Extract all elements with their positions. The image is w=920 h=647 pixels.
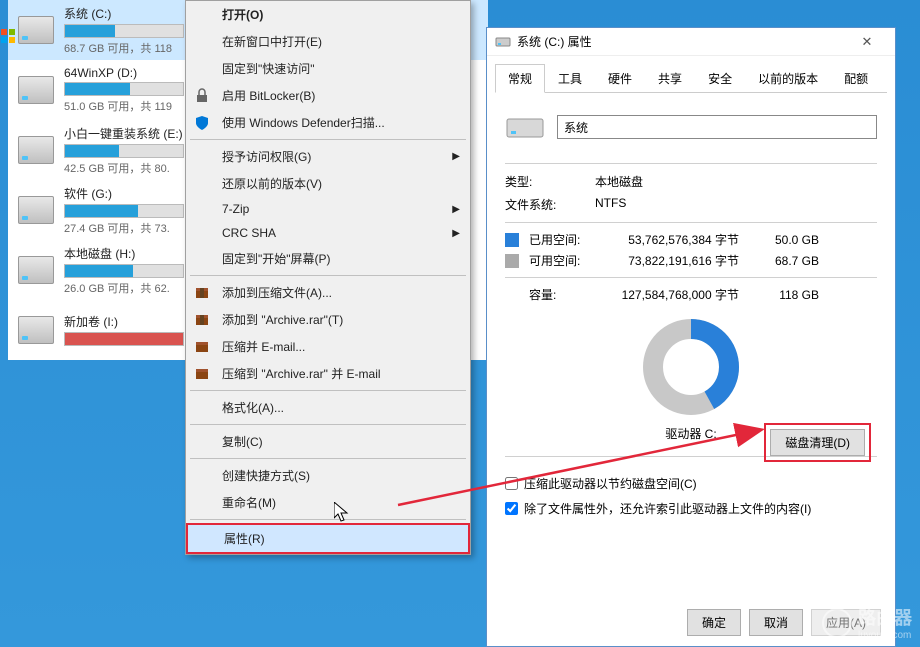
ok-button[interactable]: 确定: [687, 609, 741, 636]
disk-cleanup-button[interactable]: 磁盘清理(D): [770, 429, 865, 456]
drive-name-input[interactable]: [557, 115, 877, 139]
drive-icon: [18, 196, 54, 224]
close-button[interactable]: ✕: [847, 29, 887, 55]
menu-copy[interactable]: 复制(C): [186, 428, 470, 455]
menu-open-new-window[interactable]: 在新窗口中打开(E): [186, 28, 470, 55]
menu-restore-prev[interactable]: 还原以前的版本(V): [186, 170, 470, 197]
tab-hardware[interactable]: 硬件: [595, 64, 645, 92]
window-title: 系统 (C:) 属性: [517, 33, 847, 50]
free-size: 68.7 GB: [759, 254, 819, 268]
tabs: 常规 工具 硬件 共享 安全 以前的版本 配额: [487, 56, 895, 92]
menu-defender[interactable]: 使用 Windows Defender扫描...: [186, 109, 470, 136]
index-checkbox-row[interactable]: 除了文件属性外，还允许索引此驱动器上文件的内容(I): [505, 496, 877, 521]
chevron-right-icon: ▶: [452, 228, 460, 239]
menu-properties[interactable]: 属性(R): [186, 523, 470, 554]
watermark-icon: [822, 608, 852, 638]
compress-checkbox-row[interactable]: 压缩此驱动器以节约磁盘空间(C): [505, 471, 877, 496]
tab-sharing[interactable]: 共享: [645, 64, 695, 92]
compress-checkbox[interactable]: [505, 477, 518, 490]
type-value: 本地磁盘: [595, 173, 877, 190]
menu-open[interactable]: 打开(O): [186, 1, 470, 28]
menu-bitlocker[interactable]: 启用 BitLocker(B): [186, 82, 470, 109]
capacity-size: 118 GB: [759, 288, 819, 302]
winrar-icon: [194, 312, 210, 328]
capacity-label: 容量:: [529, 286, 609, 303]
winrar-icon: [194, 285, 210, 301]
menu-pin-quick[interactable]: 固定到"快速访问": [186, 55, 470, 82]
watermark: 路由器 luyouqi.com: [822, 604, 912, 641]
windows-flag-icon: [0, 28, 16, 44]
tab-security[interactable]: 安全: [695, 64, 745, 92]
free-bytes: 73,822,191,616 字节: [609, 252, 759, 269]
menu-add-archive[interactable]: 添加到压缩文件(A)...: [186, 279, 470, 306]
used-color-swatch: [505, 233, 519, 247]
drive-large-icon: [505, 111, 545, 143]
titlebar[interactable]: 系统 (C:) 属性 ✕: [487, 28, 895, 56]
cleanup-highlight: 磁盘清理(D): [764, 423, 871, 462]
drive-icon: [18, 256, 54, 284]
used-size: 50.0 GB: [759, 233, 819, 247]
menu-format[interactable]: 格式化(A)...: [186, 394, 470, 421]
drive-icon: [495, 35, 511, 49]
tab-tools[interactable]: 工具: [545, 64, 595, 92]
menu-crc-sha[interactable]: CRC SHA▶: [186, 221, 470, 245]
chevron-right-icon: ▶: [452, 204, 460, 215]
free-label: 可用空间:: [529, 252, 609, 269]
menu-grant-access[interactable]: 授予访问权限(G)▶: [186, 143, 470, 170]
drive-icon: [18, 16, 54, 44]
menu-add-to-archive-rar[interactable]: 添加到 "Archive.rar"(T): [186, 306, 470, 333]
shield-icon: [194, 115, 210, 131]
cursor-icon: [334, 502, 352, 524]
menu-rename[interactable]: 重命名(M): [186, 489, 470, 516]
tab-prev-versions[interactable]: 以前的版本: [745, 64, 831, 92]
context-menu: 打开(O) 在新窗口中打开(E) 固定到"快速访问" 启用 BitLocker(…: [185, 0, 471, 555]
free-color-swatch: [505, 254, 519, 268]
drive-letter-label: 驱动器 C:: [665, 425, 716, 442]
cancel-button[interactable]: 取消: [749, 609, 803, 636]
index-checkbox[interactable]: [505, 502, 518, 515]
menu-7zip[interactable]: 7-Zip▶: [186, 197, 470, 221]
fs-value: NTFS: [595, 196, 877, 213]
type-label: 类型:: [505, 173, 595, 190]
disk-usage-chart: [641, 317, 741, 417]
drive-icon: [18, 316, 54, 344]
tab-body: 类型:本地磁盘 文件系统:NTFS 已用空间:53,762,576,384 字节…: [495, 92, 887, 541]
used-bytes: 53,762,576,384 字节: [609, 231, 759, 248]
tab-general[interactable]: 常规: [495, 64, 545, 93]
menu-zip-archive-email[interactable]: 压缩到 "Archive.rar" 并 E-mail: [186, 360, 470, 387]
used-label: 已用空间:: [529, 231, 609, 248]
winrar-icon: [194, 339, 210, 355]
fs-label: 文件系统:: [505, 196, 595, 213]
capacity-bytes: 127,584,768,000 字节: [609, 286, 759, 303]
drive-icon: [18, 136, 54, 164]
winrar-icon: [194, 366, 210, 382]
drive-icon: [18, 76, 54, 104]
bitlocker-icon: [194, 88, 210, 104]
menu-create-shortcut[interactable]: 创建快捷方式(S): [186, 462, 470, 489]
tab-quota[interactable]: 配额: [831, 64, 881, 92]
menu-zip-email[interactable]: 压缩并 E-mail...: [186, 333, 470, 360]
close-icon: ✕: [862, 34, 873, 50]
chevron-right-icon: ▶: [452, 151, 460, 162]
properties-window: 系统 (C:) 属性 ✕ 常规 工具 硬件 共享 安全 以前的版本 配额 类型:…: [486, 27, 896, 647]
menu-pin-start[interactable]: 固定到"开始"屏幕(P): [186, 245, 470, 272]
